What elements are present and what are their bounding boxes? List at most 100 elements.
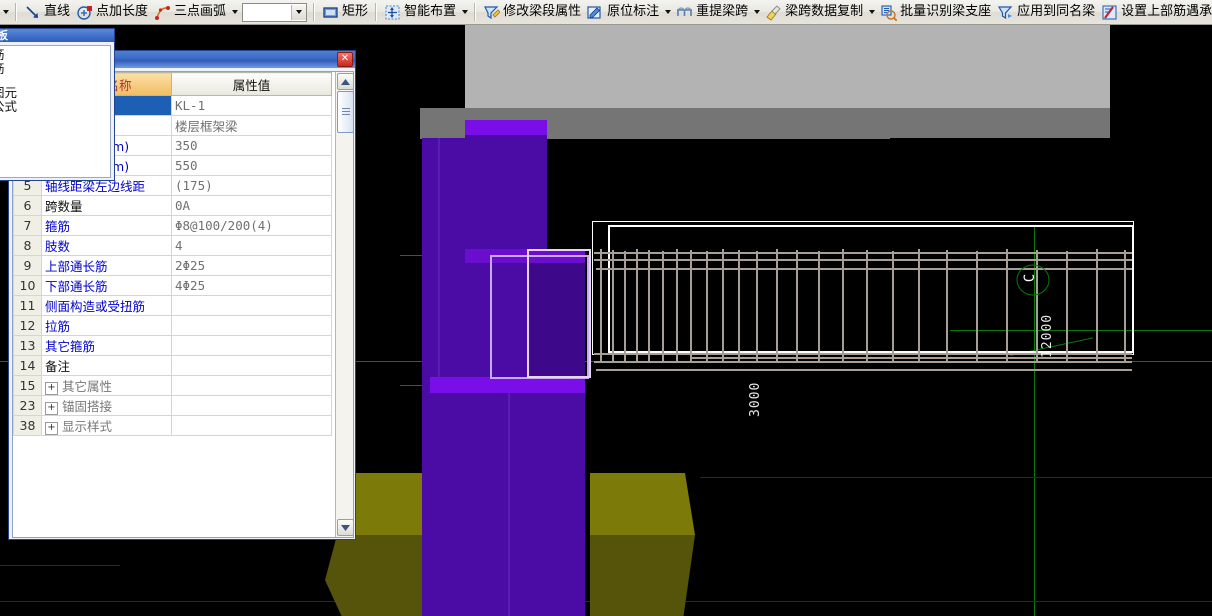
- table-row[interactable]: 7 箍筋 Φ8@100/200(4): [13, 215, 332, 236]
- stirrup: [796, 250, 798, 361]
- table-row[interactable]: 23 + 锚固搭接: [13, 395, 332, 416]
- property-name-cell[interactable]: + 其它属性: [41, 375, 172, 396]
- expand-icon[interactable]: +: [45, 382, 58, 395]
- toolbar-button-point-add-length[interactable]: 点加长度: [73, 1, 151, 23]
- scroll-down-icon[interactable]: [337, 519, 354, 536]
- table-row[interactable]: 9 上部通长筋 2Φ25: [13, 255, 332, 276]
- property-name-cell[interactable]: 拉筋: [41, 315, 172, 336]
- table-row[interactable]: 38 + 显示样式: [13, 415, 332, 436]
- toolbar-button-line[interactable]: 直线: [21, 1, 73, 23]
- toolbar-button-rectangle[interactable]: 矩形: [319, 1, 371, 23]
- toolbar-dropdown-arrow[interactable]: [459, 2, 470, 22]
- toolbar-combo[interactable]: [242, 2, 308, 22]
- stirrup: [738, 250, 740, 361]
- property-name-cell[interactable]: 跨数量: [41, 195, 172, 216]
- toolbar-button-in-place-annotation[interactable]: 原位标注: [584, 1, 662, 23]
- toolbar-dropdown-arrow[interactable]: [229, 2, 240, 22]
- stirrup: [842, 249, 844, 361]
- expand-icon[interactable]: +: [45, 422, 58, 435]
- toolbar-button-smart-layout[interactable]: 智能布置: [381, 1, 459, 23]
- toolbar-button-label: 三点画弧: [174, 4, 227, 19]
- property-value-cell[interactable]: Φ8@100/200(4): [171, 215, 332, 236]
- property-value-cell[interactable]: [171, 415, 332, 436]
- property-name-cell[interactable]: 其它箍筋: [41, 335, 172, 356]
- property-name-cell[interactable]: 下部通长筋: [41, 275, 172, 296]
- scroll-up-icon[interactable]: [337, 73, 354, 90]
- toolbar-button-apply-to-same-name[interactable]: 应用到同名梁: [994, 1, 1098, 23]
- toolbar-button-label: 设置上部筋遇承台: [1121, 4, 1212, 19]
- toolbar-button-copy-span-data[interactable]: 梁跨数据复制: [762, 1, 866, 23]
- property-value-cell[interactable]: [171, 355, 332, 376]
- property-value-cell[interactable]: [171, 315, 332, 336]
- property-value-cell[interactable]: 550: [171, 155, 332, 176]
- property-name-label: 其它属性: [62, 379, 113, 394]
- toolbar-button-label: 批量识别梁支座: [900, 4, 992, 19]
- table-row[interactable]: 10 下部通长筋 4Φ25: [13, 275, 332, 296]
- property-name-cell[interactable]: + 显示样式: [41, 415, 172, 436]
- stirrup: [600, 249, 602, 361]
- property-name-cell[interactable]: 肢数: [41, 235, 172, 256]
- toolbar-button-set-top-rebar-cap[interactable]: 设置上部筋遇承台: [1098, 1, 1212, 23]
- property-value-cell[interactable]: 2Φ25: [171, 255, 332, 276]
- control-panel-item[interactable]: 详细公式: [0, 100, 110, 114]
- property-scrollbar[interactable]: [335, 72, 354, 537]
- close-icon[interactable]: ✕: [337, 52, 353, 67]
- table-row[interactable]: 6 跨数量 0A: [13, 195, 332, 216]
- property-name-cell[interactable]: 上部通长筋: [41, 255, 172, 276]
- property-value-cell[interactable]: [171, 395, 332, 416]
- toolbar-separator: [313, 3, 316, 21]
- table-row[interactable]: 12 拉筋: [13, 315, 332, 336]
- table-row[interactable]: 11 侧面构造或受扭筋: [13, 295, 332, 316]
- toolbar-overflow-arrow[interactable]: [0, 2, 11, 22]
- stirrup: [756, 251, 758, 361]
- chevron-down-icon[interactable]: [291, 4, 307, 20]
- property-name-cell[interactable]: 侧面构造或受扭筋: [41, 295, 172, 316]
- edit-beam-segment-icon: [484, 5, 501, 19]
- property-value-cell[interactable]: KL-1: [171, 95, 332, 116]
- toolbar-button-re-extract-span[interactable]: 重提梁跨: [673, 1, 751, 23]
- property-value-cell[interactable]: 4: [171, 235, 332, 256]
- toolbar[interactable]: 直线 点加长度 三点画弧 矩形 智能布置 修改梁段属性 原位标注 重提梁跨 梁跨数据复制 批量识别…: [0, 0, 1212, 25]
- property-name-cell[interactable]: + 锚固搭接: [41, 395, 172, 416]
- property-name-cell[interactable]: 箍筋: [41, 215, 172, 236]
- grid-line-red-top: [700, 477, 1212, 478]
- control-panel-body[interactable]: 通长筋通长筋其它图元详细公式: [0, 45, 111, 178]
- stirrup: [706, 251, 708, 361]
- property-value-cell[interactable]: [171, 295, 332, 316]
- toolbar-button-label: 修改梁段属性: [503, 4, 582, 19]
- control-panel[interactable]: 控制面板 通长筋通长筋其它图元详细公式: [0, 28, 115, 181]
- table-row[interactable]: 15 + 其它属性: [13, 375, 332, 396]
- property-name-cell[interactable]: 备注: [41, 355, 172, 376]
- toolbar-button-three-point-arc[interactable]: 三点画弧: [151, 1, 229, 23]
- toolbar-button-label: 直线: [44, 4, 71, 19]
- toolbar-dropdown-arrow[interactable]: [866, 2, 877, 22]
- expand-icon[interactable]: +: [45, 402, 58, 415]
- property-value-cell[interactable]: [171, 375, 332, 396]
- stirrup: [818, 251, 820, 361]
- stirrup: [648, 250, 650, 361]
- table-row[interactable]: 13 其它箍筋: [13, 335, 332, 356]
- toolbar-button-edit-beam-segment[interactable]: 修改梁段属性: [480, 1, 584, 23]
- toolbar-button-batch-identify-support[interactable]: 批量识别梁支座: [877, 1, 994, 23]
- header-property-value: 属性值: [171, 72, 332, 96]
- toolbar-button-label: 点加长度: [96, 4, 149, 19]
- stirrup: [1006, 249, 1008, 361]
- property-value-cell[interactable]: 350: [171, 135, 332, 156]
- property-value-cell[interactable]: [171, 335, 332, 356]
- control-panel-item[interactable]: 通长筋: [0, 48, 110, 62]
- control-panel-item[interactable]: 通长筋: [0, 62, 110, 76]
- property-value-cell[interactable]: 楼层框架梁: [171, 115, 332, 136]
- toolbar-dropdown-arrow[interactable]: [662, 2, 673, 22]
- property-name-label: 锚固搭接: [62, 399, 113, 414]
- property-value-cell[interactable]: 0A: [171, 195, 332, 216]
- rectangle-icon: [323, 6, 338, 18]
- scrollbar-thumb[interactable]: [337, 91, 354, 133]
- property-value-cell[interactable]: 4Φ25: [171, 275, 332, 296]
- table-row[interactable]: 14 备注: [13, 355, 332, 376]
- stirrup: [946, 250, 948, 361]
- toolbar-dropdown-arrow[interactable]: [751, 2, 762, 22]
- control-panel-item[interactable]: 其它图元: [0, 86, 110, 100]
- table-row[interactable]: 8 肢数 4: [13, 235, 332, 256]
- property-value-cell[interactable]: (175): [171, 175, 332, 196]
- column-lower-edge: [508, 393, 510, 616]
